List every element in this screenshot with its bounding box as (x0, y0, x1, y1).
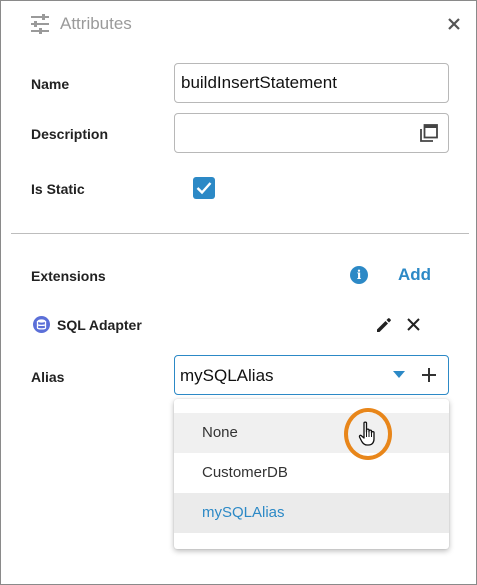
remove-extension-icon[interactable] (406, 317, 421, 332)
hand-pointer-icon (358, 421, 375, 446)
alias-dropdown-menu: None CustomerDB mySQLAlias (174, 399, 449, 549)
close-button[interactable] (445, 15, 463, 33)
database-icon (33, 316, 50, 333)
info-icon[interactable]: i (350, 266, 368, 284)
description-label: Description (31, 126, 109, 142)
alias-selected-value: mySQLAlias (180, 366, 274, 385)
is-static-label: Is Static (31, 181, 85, 197)
dropdown-option-customerdb[interactable]: CustomerDB (174, 453, 449, 493)
plus-icon[interactable] (421, 367, 437, 383)
description-field[interactable] (174, 113, 449, 153)
dropdown-option-mysqlalias[interactable]: mySQLAlias (174, 493, 449, 533)
name-label: Name (31, 76, 70, 92)
panel-title: Attributes (60, 14, 132, 33)
extensions-label: Extensions (31, 268, 106, 284)
name-field[interactable] (174, 63, 449, 103)
description-input[interactable] (175, 114, 448, 152)
add-extension-button[interactable]: Add (398, 264, 431, 286)
section-divider (11, 233, 469, 234)
chevron-down-icon[interactable] (392, 370, 406, 380)
close-icon (448, 18, 460, 30)
is-static-checkbox[interactable] (193, 177, 215, 199)
sliders-icon (31, 14, 49, 34)
alias-select[interactable]: mySQLAlias (174, 355, 449, 395)
name-input[interactable] (175, 64, 448, 102)
checkmark-icon (196, 182, 212, 195)
expand-editor-icon[interactable] (420, 124, 438, 142)
attributes-panel: Attributes Name Description Is Static Ex… (0, 0, 477, 585)
edit-icon[interactable] (375, 316, 393, 334)
dropdown-option-none[interactable]: None (174, 413, 449, 453)
alias-label: Alias (31, 369, 65, 385)
adapter-name: SQL Adapter (57, 317, 142, 333)
